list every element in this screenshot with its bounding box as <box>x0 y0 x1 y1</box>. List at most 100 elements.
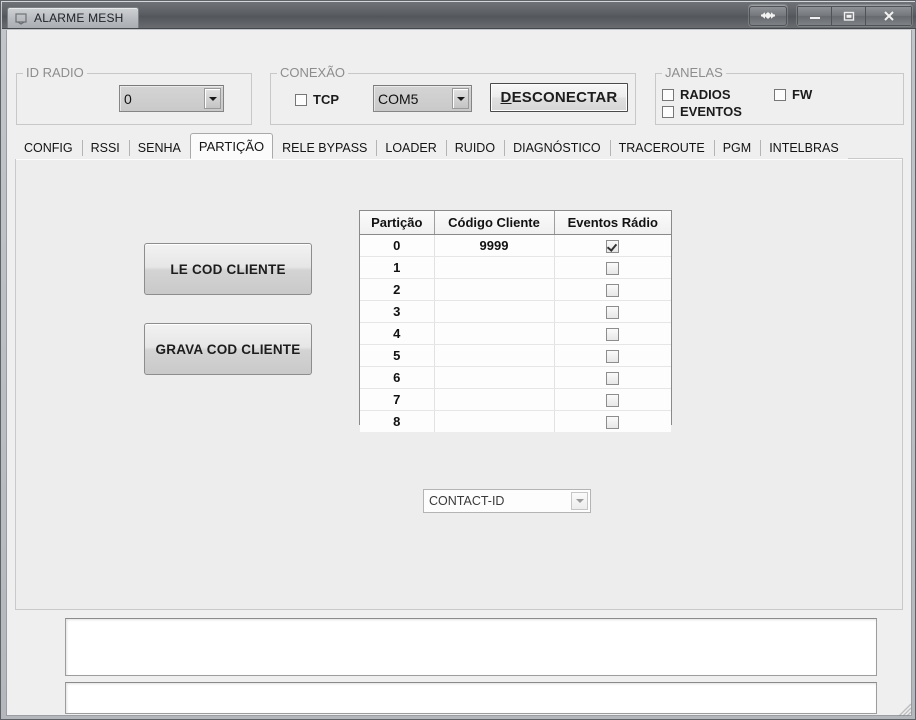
application-window: ALARME MESH ID RADIO 0 CONEXÃO TCP COM5 … <box>0 0 916 720</box>
log-status-textarea[interactable] <box>65 682 877 714</box>
cell-eventos-radio[interactable] <box>554 322 671 345</box>
chevron-down-icon[interactable] <box>204 88 221 109</box>
cell-particao[interactable]: 7 <box>360 388 435 411</box>
log-area <box>15 618 903 714</box>
resize-grip[interactable] <box>898 703 912 717</box>
eventos-window-checkbox[interactable]: EVENTOS <box>662 104 742 119</box>
cell-codigo-cliente[interactable] <box>434 366 555 389</box>
checkbox-box-icon <box>662 88 674 101</box>
read-client-code-button[interactable]: LE COD CLIENTE <box>144 243 312 295</box>
cell-codigo-cliente[interactable] <box>434 256 555 279</box>
tab-config[interactable]: CONFIG <box>15 137 82 159</box>
app-icon <box>14 11 28 25</box>
cell-eventos-radio[interactable] <box>554 344 671 367</box>
table-header-cell[interactable]: Código Cliente <box>434 211 555 235</box>
tcp-checkbox[interactable]: TCP <box>295 92 339 107</box>
table-row[interactable]: 0 9999 <box>360 234 671 257</box>
cell-particao[interactable]: 0 <box>360 234 435 257</box>
table-row[interactable]: 3 <box>360 300 671 323</box>
checkbox-box-icon[interactable] <box>606 349 620 363</box>
tab-rssi[interactable]: RSSI <box>81 137 129 159</box>
cell-particao[interactable]: 6 <box>360 366 435 389</box>
disconnect-label-rest: ESCONECTAR <box>511 89 618 106</box>
serial-port-select[interactable]: COM5 <box>373 85 472 112</box>
disconnect-accel-letter: D <box>500 89 512 106</box>
eventos-checkbox-label: EVENTOS <box>680 104 742 119</box>
minimize-icon <box>809 16 820 19</box>
cell-codigo-cliente[interactable] <box>434 278 555 301</box>
cell-particao[interactable]: 3 <box>360 300 435 323</box>
window-title-tab[interactable]: ALARME MESH <box>7 6 139 28</box>
checkbox-box-icon[interactable] <box>606 371 620 385</box>
checkbox-box-icon[interactable] <box>606 415 620 429</box>
table-row[interactable]: 2 <box>360 278 671 301</box>
table-header-cell[interactable]: Partição <box>360 211 435 235</box>
table-row[interactable]: 1 <box>360 256 671 279</box>
table-row[interactable]: 5 <box>360 344 671 367</box>
checkbox-box-icon <box>662 105 674 118</box>
checkbox-box-icon[interactable] <box>606 327 620 341</box>
cell-eventos-radio[interactable] <box>554 300 671 323</box>
maximize-button[interactable] <box>831 5 865 26</box>
restore-arrows-button[interactable] <box>749 5 787 26</box>
tab-diagn-stico[interactable]: DIAGNÓSTICO <box>504 137 610 159</box>
tab-ruido[interactable]: RUIDO <box>445 137 505 159</box>
cell-codigo-cliente[interactable] <box>434 322 555 345</box>
fw-window-checkbox[interactable]: FW <box>774 87 812 102</box>
tab-traceroute[interactable]: TRACEROUTE <box>609 137 714 159</box>
tab-parti-o[interactable]: PARTIÇÃO <box>189 133 274 159</box>
cell-eventos-radio[interactable] <box>554 234 671 257</box>
cell-codigo-cliente[interactable] <box>434 300 555 323</box>
table-header-cell[interactable]: Eventos Rádio <box>554 211 671 235</box>
checkbox-checked-icon[interactable] <box>606 239 620 253</box>
cell-codigo-cliente[interactable] <box>434 344 555 367</box>
read-client-code-label: LE COD CLIENTE <box>170 261 286 277</box>
cell-codigo-cliente[interactable] <box>434 388 555 411</box>
cell-eventos-radio[interactable] <box>554 410 671 432</box>
checkbox-box-icon[interactable] <box>606 305 620 319</box>
table-row[interactable]: 7 <box>360 388 671 411</box>
tab-rele-bypass[interactable]: RELE BYPASS <box>273 137 377 159</box>
cell-particao[interactable]: 5 <box>360 344 435 367</box>
checkbox-box-icon[interactable] <box>606 283 620 297</box>
client-inner: ID RADIO 0 CONEXÃO TCP COM5 D ESCONECTAR… <box>7 30 911 714</box>
cell-eventos-radio[interactable] <box>554 366 671 389</box>
chevron-down-icon[interactable] <box>452 88 469 109</box>
tab-senha[interactable]: SENHA <box>128 137 190 159</box>
partition-table[interactable]: Partição Código Cliente Eventos Rádio 0 999… <box>359 210 672 432</box>
table-row[interactable]: 8 <box>360 410 671 432</box>
title-bar[interactable]: ALARME MESH <box>2 2 916 29</box>
table-row[interactable]: 6 <box>360 366 671 389</box>
protocol-select[interactable]: CONTACT-ID <box>423 489 591 513</box>
table-header-row: Partição Código Cliente Eventos Rádio <box>360 211 671 235</box>
cell-codigo-cliente[interactable] <box>434 410 555 432</box>
resize-grip-icon <box>898 703 912 717</box>
tab-pgm[interactable]: PGM <box>713 137 761 159</box>
close-button[interactable] <box>865 5 912 26</box>
cell-particao[interactable]: 2 <box>360 278 435 301</box>
radios-window-checkbox[interactable]: RADIOS <box>662 87 731 102</box>
disconnect-button[interactable]: D ESCONECTAR <box>490 83 628 112</box>
cell-particao[interactable]: 4 <box>360 322 435 345</box>
chevron-down-icon[interactable] <box>571 492 588 510</box>
id-radio-select[interactable]: 0 <box>119 85 224 112</box>
cell-eventos-radio[interactable] <box>554 256 671 279</box>
maximize-icon <box>843 11 854 21</box>
log-main-textarea[interactable] <box>65 618 877 676</box>
checkbox-box-icon[interactable] <box>606 393 620 407</box>
window-title: ALARME MESH <box>34 11 124 25</box>
cell-eventos-radio[interactable] <box>554 388 671 411</box>
cell-eventos-radio[interactable] <box>554 278 671 301</box>
cell-codigo-cliente[interactable]: 9999 <box>434 234 555 257</box>
tab-intelbras[interactable]: INTELBRAS <box>760 137 848 159</box>
cell-particao[interactable]: 8 <box>360 410 435 432</box>
cell-particao[interactable]: 1 <box>360 256 435 279</box>
write-client-code-button[interactable]: GRAVA COD CLIENTE <box>144 323 312 375</box>
protocol-value: CONTACT-ID <box>429 494 505 508</box>
tab-loader[interactable]: LOADER <box>376 137 446 159</box>
tab-strip: CONFIG RSSI SENHA PARTIÇÃO RELE BYPASS LOADER… <box>15 133 903 159</box>
table-row[interactable]: 4 <box>360 322 671 345</box>
minimize-button[interactable] <box>797 5 831 26</box>
checkbox-box-icon[interactable] <box>606 261 620 275</box>
checkbox-box-icon <box>295 93 307 106</box>
